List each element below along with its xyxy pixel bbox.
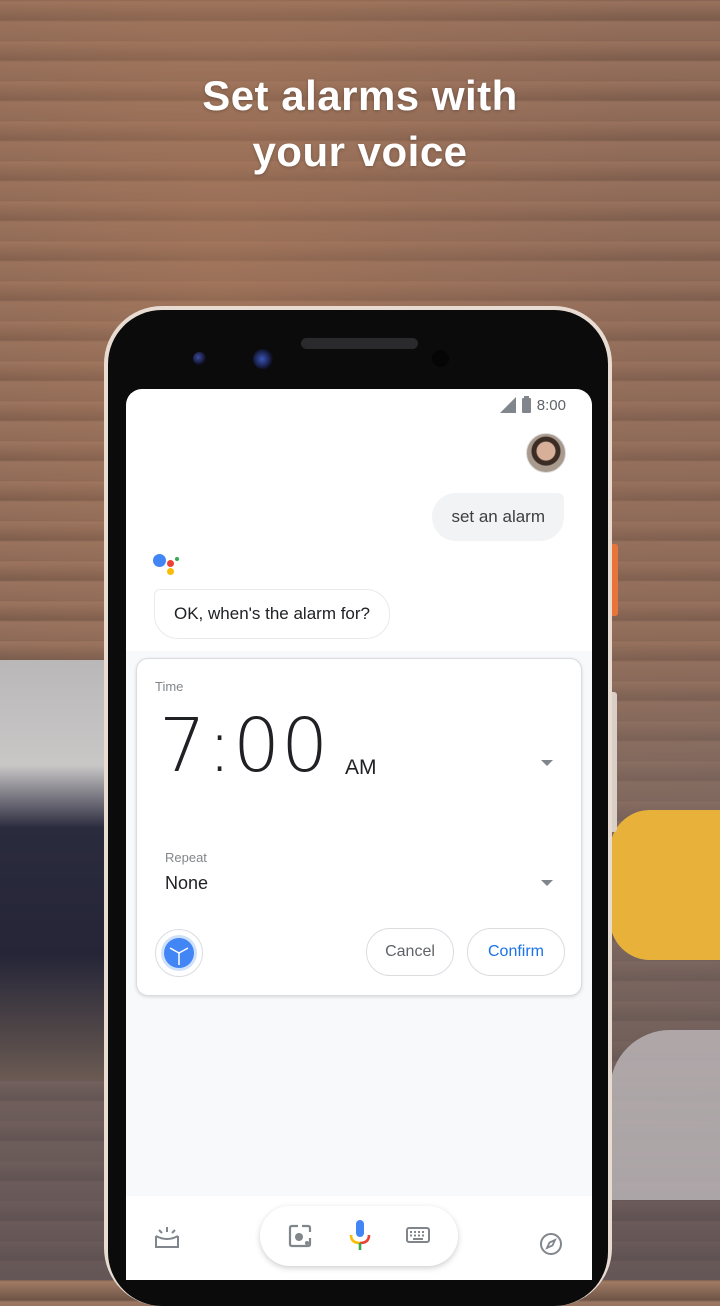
earpiece-speaker <box>301 338 418 349</box>
front-camera-2 <box>253 349 273 369</box>
battery-icon <box>521 395 531 413</box>
clock-app-button[interactable] <box>155 929 203 977</box>
proximity-sensor <box>432 350 449 367</box>
alarm-card: Time 7:00 AM Repeat None Cancel Confirm <box>136 658 582 996</box>
volume-button <box>612 692 617 832</box>
cancel-button[interactable]: Cancel <box>366 928 454 976</box>
updates-tray-icon[interactable] <box>154 1226 180 1255</box>
confirm-button[interactable]: Confirm <box>467 928 565 976</box>
confirm-label: Confirm <box>487 943 544 960</box>
lens-icon[interactable] <box>288 1224 312 1253</box>
time-label: Time <box>155 679 184 694</box>
cancel-label: Cancel <box>385 943 435 960</box>
user-avatar[interactable] <box>526 433 566 473</box>
alarm-period[interactable]: AM <box>345 756 377 780</box>
time-dropdown-icon[interactable] <box>541 760 553 766</box>
google-assistant-logo-icon <box>153 552 183 582</box>
user-message-text: set an alarm <box>451 507 545 526</box>
bottom-nav <box>126 1196 592 1280</box>
repeat-label: Repeat <box>165 850 207 865</box>
keyboard-icon[interactable] <box>406 1226 430 1249</box>
repeat-dropdown-icon[interactable] <box>541 880 553 886</box>
cell-signal-icon <box>499 397 516 413</box>
assistant-message-bubble: OK, when's the alarm for? <box>154 589 390 639</box>
microphone-icon[interactable] <box>348 1218 372 1257</box>
status-bar: 8:00 <box>499 395 566 415</box>
status-time: 8:00 <box>536 396 566 414</box>
background-chair <box>610 810 720 960</box>
headline-line-2: your voice <box>252 128 468 175</box>
power-button <box>612 544 618 616</box>
background-rug <box>610 1030 720 1200</box>
headline: Set alarms with your voice <box>0 68 720 180</box>
front-camera-1 <box>193 352 206 365</box>
assistant-message-text: OK, when's the alarm for? <box>174 604 370 623</box>
user-message-bubble: set an alarm <box>432 493 564 541</box>
headline-line-1: Set alarms with <box>202 72 518 119</box>
phone-screen: 8:00 set an alarm OK, when's the alarm f… <box>126 389 592 1280</box>
background-bed <box>0 660 110 1080</box>
explore-compass-icon[interactable] <box>539 1232 563 1261</box>
alarm-time-value[interactable]: 7:00 <box>159 703 329 789</box>
clock-icon <box>164 938 194 968</box>
repeat-value[interactable]: None <box>165 873 208 894</box>
input-mode-pill <box>260 1206 458 1266</box>
